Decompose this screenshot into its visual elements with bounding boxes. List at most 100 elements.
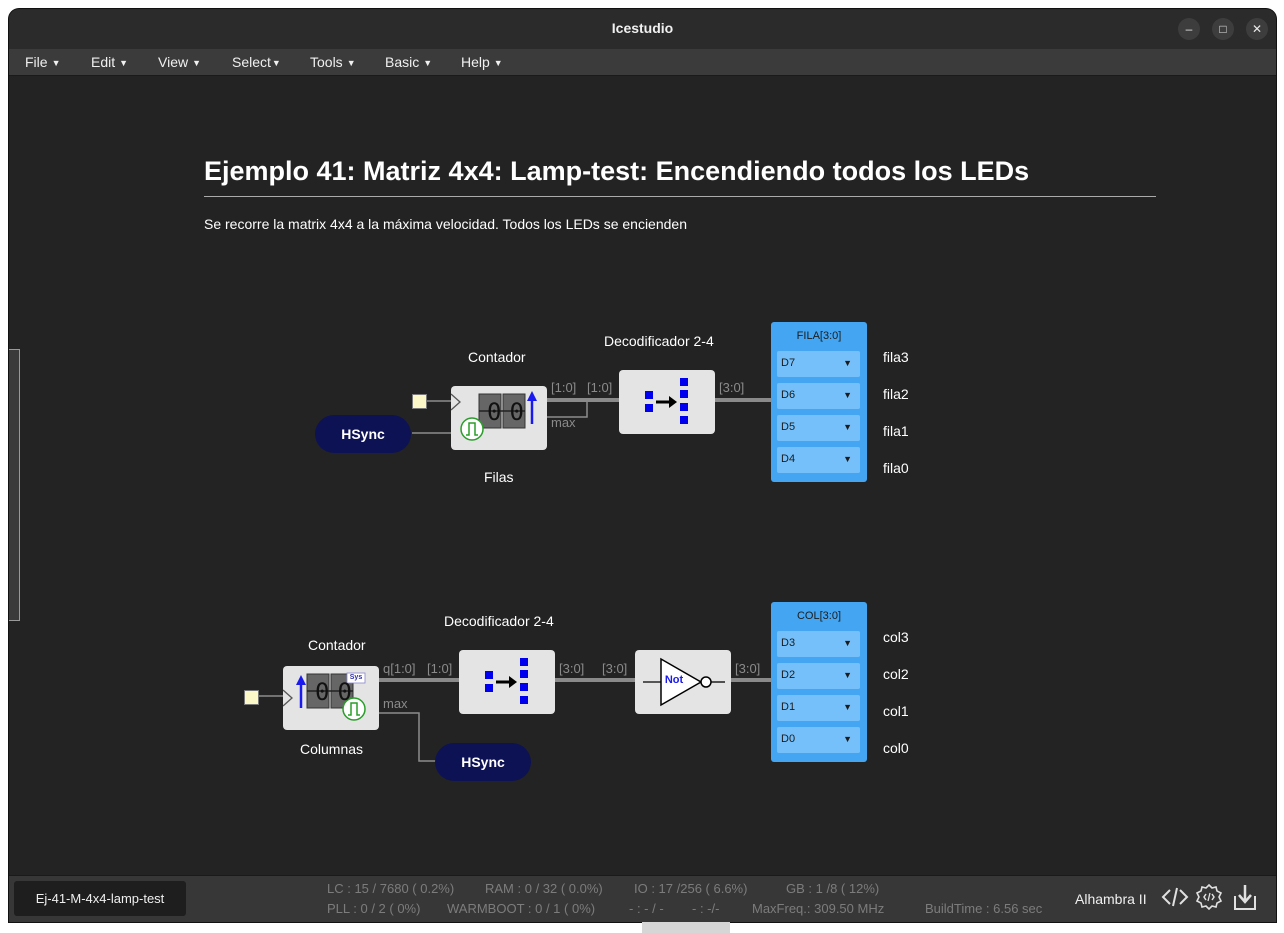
resize-handle[interactable] xyxy=(642,922,730,933)
window-title: Icestudio xyxy=(611,20,674,36)
stat-io: IO : 17 /256 ( 6.6%) xyxy=(634,881,748,896)
close-button[interactable]: ✕ xyxy=(1246,18,1268,40)
menu-select-label: Select xyxy=(232,54,271,70)
rows-counter-digits: 00 xyxy=(487,398,532,426)
chevron-down-icon: ▼ xyxy=(271,58,281,68)
stat-pll: PLL : 0 / 2 ( 0%) xyxy=(327,901,421,916)
decoder-icon xyxy=(485,658,528,704)
cols-counter-out-label: q[1:0] xyxy=(383,661,416,676)
stat-warmboot: WARMBOOT : 0 / 1 ( 0%) xyxy=(447,901,596,916)
rows-output-name: fila2 xyxy=(883,386,909,402)
pin-value: D2 xyxy=(781,669,796,681)
not-gate-block[interactable]: Not xyxy=(635,650,731,714)
chevron-down-icon: ▼ xyxy=(843,734,852,744)
chevron-down-icon: ▼ xyxy=(493,58,503,68)
rows-decoder-block[interactable] xyxy=(619,370,715,434)
design-canvas[interactable]: Ejemplo 41: Matriz 4x4: Lamp-test: Encen… xyxy=(9,76,1276,876)
cols-counter-block[interactable]: 00 Sys xyxy=(282,666,379,730)
rows-hsync-input[interactable]: HSync xyxy=(315,415,411,453)
upload-download-icon[interactable] xyxy=(1230,882,1260,912)
rows-output-name: fila0 xyxy=(883,460,909,476)
chevron-down-icon: ▼ xyxy=(843,670,852,680)
pin-value: D1 xyxy=(781,701,796,713)
stat-buildtime: BuildTime : 6.56 sec xyxy=(925,901,1043,916)
pin-select[interactable]: D4 ▼ xyxy=(777,447,860,473)
pin-select[interactable]: D5 ▼ xyxy=(777,415,860,441)
stat-maxfreq: MaxFreq.: 309.50 MHz xyxy=(752,901,885,916)
chevron-down-icon: ▼ xyxy=(192,58,202,68)
pin-value: D4 xyxy=(781,453,796,465)
project-name-button[interactable]: Ej-41-M-4x4-lamp-test xyxy=(14,881,186,916)
rows-decoder-title: Decodificador 2-4 xyxy=(604,333,714,349)
pin-select[interactable]: D2 ▼ xyxy=(777,663,860,689)
menu-edit[interactable]: Edit ▼ xyxy=(91,49,128,75)
menu-view[interactable]: View ▼ xyxy=(158,49,201,75)
menu-tools[interactable]: Tools ▼ xyxy=(310,49,356,75)
cols-input-port[interactable] xyxy=(244,690,259,705)
not-gate-label: Not xyxy=(664,674,684,686)
pin-value: D7 xyxy=(781,357,796,369)
menu-help-label: Help xyxy=(461,54,490,70)
maximize-button[interactable]: □ xyxy=(1212,18,1234,40)
chevron-down-icon: ▼ xyxy=(843,638,852,648)
rows-output-name: fila3 xyxy=(883,349,909,365)
code-icon[interactable] xyxy=(1160,882,1190,912)
rows-counter-name: Filas xyxy=(484,469,514,485)
chevron-down-icon: ▼ xyxy=(843,422,852,432)
cols-decoder-title: Decodificador 2-4 xyxy=(444,613,554,629)
menu-view-label: View xyxy=(158,54,189,70)
pin-value: D5 xyxy=(781,421,796,433)
menu-bar: File ▼ Edit ▼ View ▼ Select▼ Tools ▼ Basic ▼ … xyxy=(9,49,1276,76)
rows-output-block[interactable]: FILA[3:0] D7 ▼ D6 ▼ D5 ▼ D4 ▼ xyxy=(771,322,867,482)
menu-edit-label: Edit xyxy=(91,54,116,70)
cols-output-name: col1 xyxy=(883,703,909,719)
chevron-down-icon: ▼ xyxy=(423,58,433,68)
pin-value: D3 xyxy=(781,637,796,649)
chevron-down-icon: ▼ xyxy=(119,58,129,68)
collapsed-side-panel[interactable] xyxy=(9,349,20,621)
cols-output-header: COL[3:0] xyxy=(796,610,842,622)
pin-select[interactable]: D1 ▼ xyxy=(777,695,860,721)
stat-lc: LC : 15 / 7680 ( 0.2%) xyxy=(327,881,455,896)
rows-output-name: fila1 xyxy=(883,423,909,439)
menu-file[interactable]: File ▼ xyxy=(25,49,60,75)
cols-output-block[interactable]: COL[3:0] D3 ▼ D2 ▼ D1 ▼ D0 ▼ xyxy=(771,602,867,762)
stat-gb: GB : 1 /8 ( 12%) xyxy=(786,881,880,896)
cols-counter-name: Columnas xyxy=(300,741,364,757)
cols-decoder-in-label: [1:0] xyxy=(427,661,453,676)
minimize-button[interactable]: – xyxy=(1178,18,1200,40)
menu-tools-label: Tools xyxy=(310,54,343,70)
stat-blank-1: - : - / - xyxy=(629,901,664,916)
rows-output-header: FILA[3:0] xyxy=(796,330,842,342)
sys-badge: Sys xyxy=(349,674,363,681)
chevron-down-icon: ▼ xyxy=(51,58,61,68)
app-window: Icestudio – □ ✕ File ▼ Edit ▼ View ▼ Select… xyxy=(9,9,1276,922)
rows-input-port[interactable] xyxy=(412,394,427,409)
cols-decoder-block[interactable] xyxy=(459,650,555,714)
menu-select[interactable]: Select▼ xyxy=(232,49,281,75)
rows-counter-title: Contador xyxy=(468,349,526,365)
pin-value: D6 xyxy=(781,389,796,401)
stat-blank-2: - : -/- xyxy=(692,901,720,916)
cols-counter-max-label: max xyxy=(383,696,408,711)
chevron-down-icon: ▼ xyxy=(346,58,356,68)
pin-select[interactable]: D0 ▼ xyxy=(777,727,860,753)
chevron-down-icon: ▼ xyxy=(843,454,852,464)
pin-select[interactable]: D3 ▼ xyxy=(777,631,860,657)
pin-select[interactable]: D6 ▼ xyxy=(777,383,860,409)
rows-decoder-in-label: [1:0] xyxy=(587,380,613,395)
pin-select[interactable]: D7 ▼ xyxy=(777,351,860,377)
rows-counter-block[interactable]: 00 xyxy=(450,386,547,450)
cols-hsync-output[interactable]: HSync xyxy=(435,743,531,781)
cols-counter-title: Contador xyxy=(308,637,366,653)
gear-build-icon[interactable] xyxy=(1194,882,1224,912)
stat-ram: RAM : 0 / 32 ( 0.0%) xyxy=(485,881,603,896)
menu-basic-label: Basic xyxy=(385,54,420,70)
menu-basic[interactable]: Basic ▼ xyxy=(385,49,432,75)
wires-layer xyxy=(257,398,771,762)
cols-not-out-label: [3:0] xyxy=(735,661,761,676)
pin-value: D0 xyxy=(781,733,796,745)
board-selector[interactable]: Alhambra II xyxy=(1075,891,1147,907)
rows-decoder-out-label: [3:0] xyxy=(719,380,745,395)
menu-help[interactable]: Help ▼ xyxy=(461,49,503,75)
